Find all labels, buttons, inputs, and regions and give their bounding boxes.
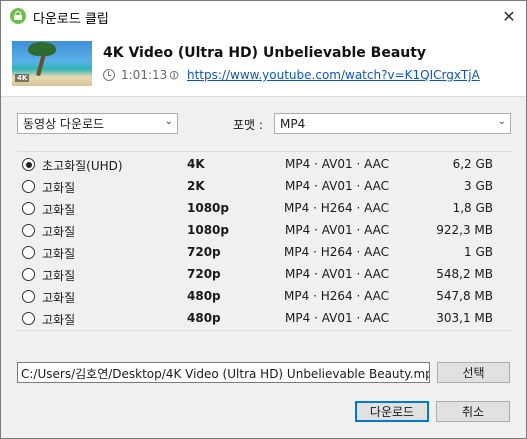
format-label: 포맷 : — [233, 118, 263, 132]
codec-label: MP4 · AV01 · AAC — [285, 311, 389, 325]
radio-button[interactable] — [22, 180, 35, 193]
file-size-label: 1,8 GB — [452, 201, 493, 215]
select-path-button[interactable]: 선택 — [437, 362, 510, 383]
video-title: 4K Video (Ultra HD) Unbelievable Beauty — [103, 45, 427, 61]
file-size-label: 1 GB — [464, 245, 493, 259]
file-size-label: 547,8 MB — [436, 289, 493, 303]
resolution-label: 4K — [187, 157, 205, 171]
title-bar: 다운로드 클립 ✕ — [1, 1, 526, 31]
quality-option-row[interactable]: 고화질 480p MP4 · AV01 · AAC 303,1 MB — [17, 308, 499, 330]
radio-button[interactable] — [22, 268, 35, 281]
quality-option-row[interactable]: 고화질 480p MP4 · H264 · AAC 547,8 MB — [17, 286, 499, 308]
chevron-down-icon: ⌄ — [164, 116, 173, 127]
video-duration: 1:01:13 — [121, 68, 168, 82]
thumbnail-badge: 4K — [15, 74, 30, 82]
resolution-label: 480p — [187, 311, 221, 325]
quality-option-row[interactable]: 고화질 1080p MP4 · AV01 · AAC 922,3 MB — [17, 220, 499, 242]
download-type-value: 동영상 다운로드 — [23, 117, 105, 131]
window-title: 다운로드 클립 — [33, 12, 109, 27]
quality-label: 고화질 — [42, 247, 76, 261]
codec-label: MP4 · AV01 · AAC — [285, 223, 389, 237]
file-size-label: 3 GB — [464, 179, 493, 193]
codec-label: MP4 · H264 · AAC — [284, 201, 389, 215]
resolution-label: 720p — [187, 267, 221, 281]
quality-option-row[interactable]: 고화질 2K MP4 · AV01 · AAC 3 GB — [17, 176, 499, 198]
close-icon[interactable]: ✕ — [492, 1, 526, 31]
quality-option-row[interactable]: 고화질 720p MP4 · AV01 · AAC 548,2 MB — [17, 264, 499, 286]
radio-button[interactable] — [22, 290, 35, 303]
radio-button[interactable] — [22, 312, 35, 325]
quality-label: 고화질 — [42, 313, 76, 327]
file-size-label: 548,2 MB — [436, 267, 493, 281]
app-lock-icon — [10, 8, 26, 24]
file-size-label: 922,3 MB — [436, 223, 493, 237]
quality-label: 고화질 — [42, 203, 76, 217]
format-value: MP4 — [280, 116, 306, 131]
video-url-link[interactable]: https://www.youtube.com/watch?v=K1QICrgx… — [187, 68, 480, 82]
scroll-down-arrow-icon[interactable]: ▼ — [511, 314, 513, 326]
chevron-down-icon: ⌄ — [497, 116, 506, 127]
quality-option-row[interactable]: 초고화질(UHD) 4K MP4 · AV01 · AAC 6,2 GB — [17, 154, 499, 176]
resolution-label: 480p — [187, 289, 221, 303]
quality-label: 초고화질(UHD) — [42, 159, 123, 173]
format-select[interactable]: MP4 ⌄ — [274, 113, 511, 134]
radio-button[interactable] — [22, 224, 35, 237]
radio-button[interactable] — [22, 202, 35, 215]
file-size-label: 6,2 GB — [452, 157, 493, 171]
video-info-header: 4K 4K Video (Ultra HD) Unbelievable Beau… — [1, 31, 526, 97]
codec-label: MP4 · H264 · AAC — [284, 245, 389, 259]
download-button[interactable]: 다운로드 — [355, 401, 429, 422]
quality-label: 고화질 — [42, 291, 76, 305]
list-scrollbar[interactable]: ▲ ▼ — [511, 152, 513, 330]
cancel-button[interactable]: 취소 — [436, 401, 510, 422]
clock-icon — [103, 69, 115, 81]
resolution-label: 2K — [187, 179, 205, 193]
link-icon: ⊘ — [165, 66, 184, 85]
resolution-label: 720p — [187, 245, 221, 259]
file-size-label: 303,1 MB — [436, 311, 493, 325]
save-path-input[interactable]: C:/Users/김호연/Desktop/4K Video (Ultra HD)… — [17, 362, 430, 383]
resolution-label: 1080p — [187, 223, 229, 237]
resolution-label: 1080p — [187, 201, 229, 215]
quality-label: 고화질 — [42, 269, 76, 283]
quality-options-list: 초고화질(UHD) 4K MP4 · AV01 · AAC 6,2 GB 고화질… — [17, 151, 513, 331]
codec-label: MP4 · AV01 · AAC — [285, 157, 389, 171]
quality-option-row[interactable]: 고화질 720p MP4 · H264 · AAC 1 GB — [17, 242, 499, 264]
download-type-select[interactable]: 동영상 다운로드 ⌄ — [17, 113, 178, 134]
codec-label: MP4 · AV01 · AAC — [285, 267, 389, 281]
video-thumbnail: 4K — [12, 41, 92, 86]
download-clip-dialog: 다운로드 클립 ✕ 4K 4K Video (Ultra HD) Unbelie… — [0, 0, 527, 439]
radio-button[interactable] — [22, 158, 35, 171]
quality-label: 고화질 — [42, 181, 76, 195]
codec-label: MP4 · H264 · AAC — [284, 289, 389, 303]
quality-option-row[interactable]: 고화질 1080p MP4 · H264 · AAC 1,8 GB — [17, 198, 499, 220]
quality-label: 고화질 — [42, 225, 76, 239]
scroll-up-arrow-icon[interactable]: ▲ — [511, 158, 513, 170]
codec-label: MP4 · AV01 · AAC — [285, 179, 389, 193]
radio-button[interactable] — [22, 246, 35, 259]
